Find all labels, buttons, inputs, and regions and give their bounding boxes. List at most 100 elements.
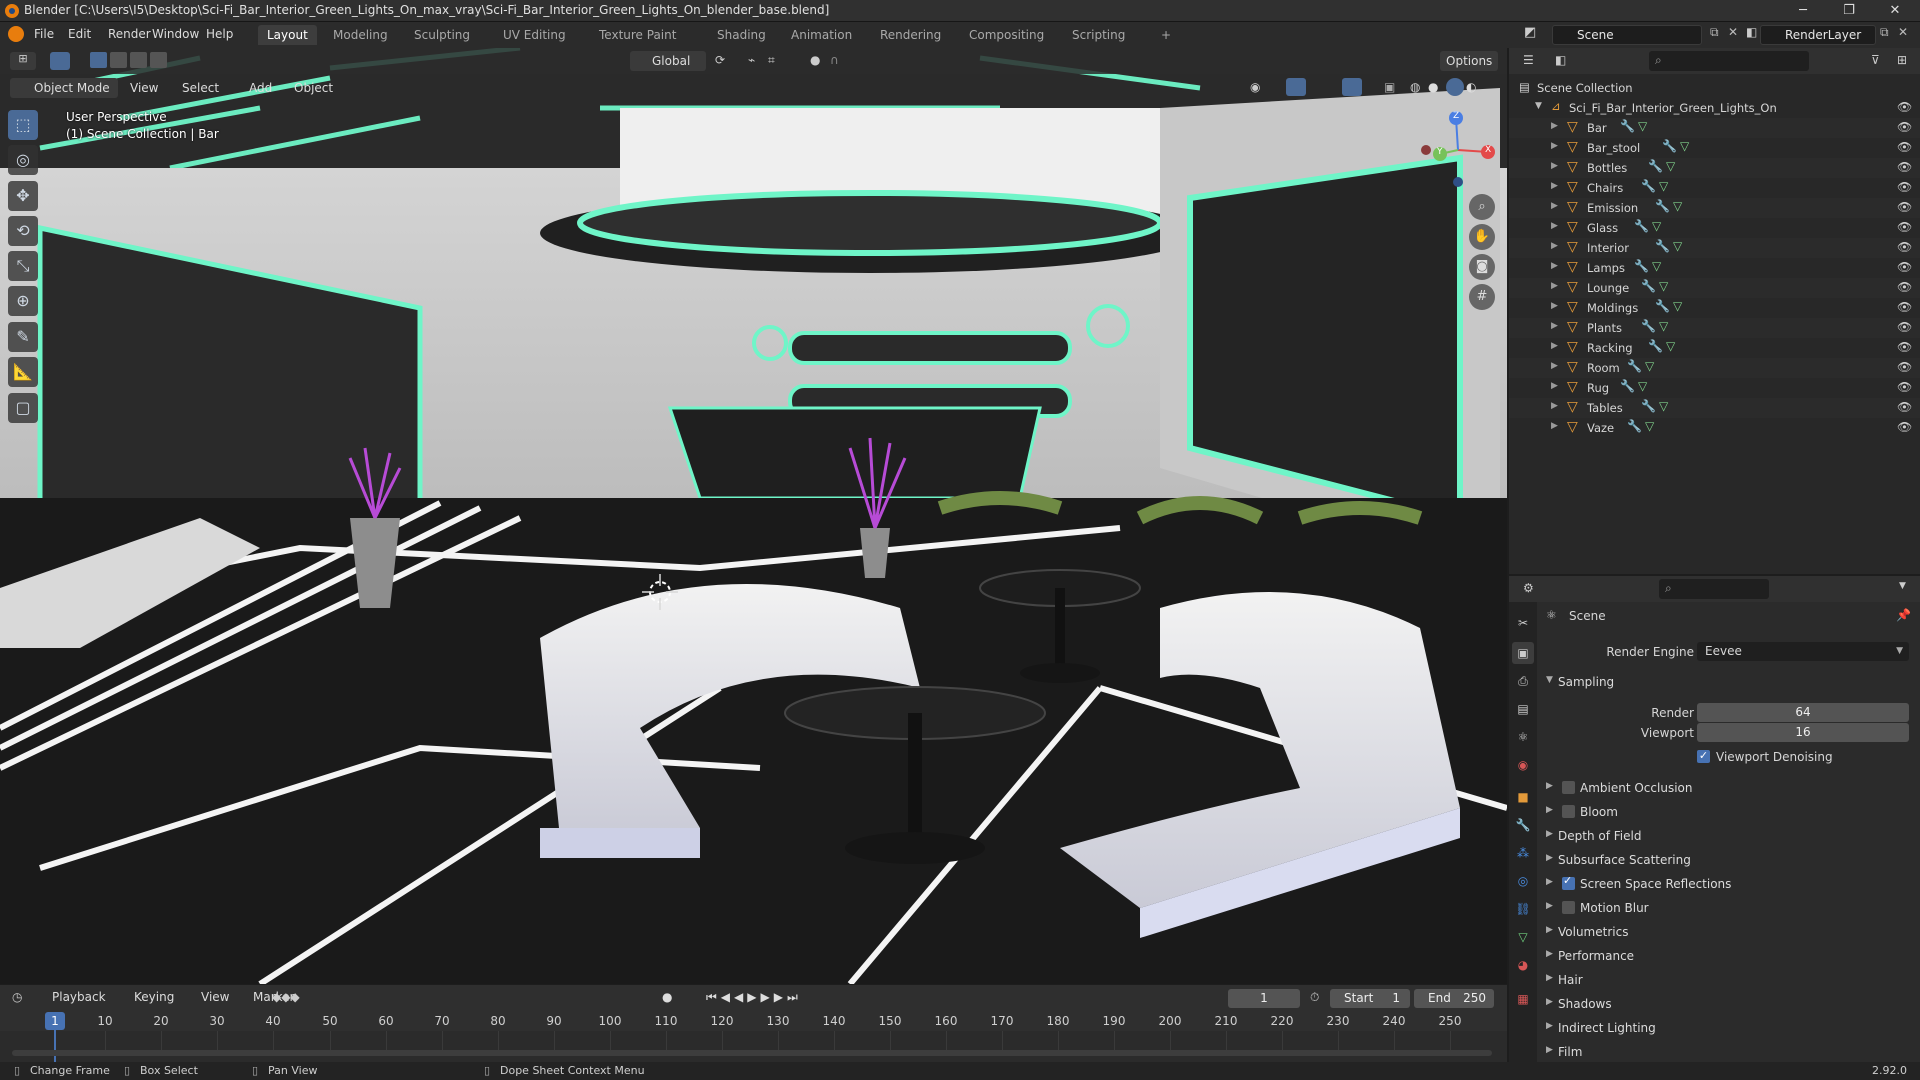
expand-arrow-icon[interactable]: ▶ xyxy=(1551,361,1558,371)
delete-scene-icon[interactable]: ✕ xyxy=(1728,25,1738,39)
scale-icon[interactable]: ⤡ xyxy=(8,251,38,281)
object-mode-dropdown[interactable]: Object Mode xyxy=(10,78,118,98)
outliner-object-racking[interactable]: ▶ ▽ Racking 🔧 ▽ 👁 xyxy=(1509,338,1920,358)
outliner-object-chairs[interactable]: ▶ ▽ Chairs 🔧 ▽ 👁 xyxy=(1509,178,1920,198)
sampling-panel-header[interactable]: ▼ Sampling xyxy=(1538,670,1920,694)
options-dropdown[interactable]: Options xyxy=(1440,51,1499,71)
menu-window[interactable]: Window xyxy=(152,27,199,41)
modifier-wrench-icon[interactable]: 🔧 xyxy=(1641,179,1656,193)
close-button[interactable]: ✕ xyxy=(1872,0,1918,22)
filter-icon[interactable]: ⊽ xyxy=(1871,53,1880,67)
expand-arrow-icon[interactable]: ▶ xyxy=(1551,121,1558,131)
outliner-object-bar-stool[interactable]: ▶ ▽ Bar_stool 🔧 ▽ 👁 xyxy=(1509,138,1920,158)
select-box-icon[interactable]: ⬚ xyxy=(8,110,38,140)
outliner-object-lamps[interactable]: ▶ ▽ Lamps 🔧 ▽ 👁 xyxy=(1509,258,1920,278)
panel-indirect-lighting[interactable]: ▶ Indirect Lighting xyxy=(1538,1016,1920,1040)
expand-arrow-icon[interactable]: ▶ xyxy=(1551,181,1558,191)
select-mode-group[interactable] xyxy=(90,52,180,70)
panel-enable-checkbox[interactable] xyxy=(1562,781,1575,794)
tab-compositing[interactable]: Compositing xyxy=(960,25,1053,45)
transform-orientation-dropdown[interactable]: Global xyxy=(630,51,706,71)
expand-arrow-icon[interactable]: ▶ xyxy=(1551,381,1558,391)
visibility-icon[interactable]: ◉ xyxy=(1250,80,1260,94)
pin-icon[interactable]: 📌 xyxy=(1896,608,1911,622)
delete-viewlayer-icon[interactable]: ✕ xyxy=(1898,25,1908,39)
mesh-data-icon[interactable]: ▽ xyxy=(1673,199,1682,213)
snap-target-icon[interactable]: ⌗ xyxy=(768,53,775,68)
menu-edit[interactable]: Edit xyxy=(68,27,91,41)
visibility-eye-icon[interactable]: 👁 xyxy=(1897,120,1912,134)
modifier-wrench-icon[interactable]: 🔧 xyxy=(1634,259,1649,273)
visibility-eye-icon[interactable]: 👁 xyxy=(1897,240,1912,254)
visibility-eye-icon[interactable]: 👁 xyxy=(1897,380,1912,394)
expand-arrow-icon[interactable]: ▶ xyxy=(1551,401,1558,411)
new-collection-icon[interactable]: ⊞ xyxy=(1897,53,1907,67)
modifier-wrench-icon[interactable]: 🔧 xyxy=(1641,399,1656,413)
collapse-arrow-icon[interactable]: ▼ xyxy=(1535,101,1542,111)
timeline-menu-keying[interactable]: Keying xyxy=(134,990,174,1004)
select-tool-icon[interactable] xyxy=(50,52,70,70)
visibility-eye-icon[interactable]: 👁 xyxy=(1897,280,1912,294)
outliner-object-emission[interactable]: ▶ ▽ Emission 🔧 ▽ 👁 xyxy=(1509,198,1920,218)
physics-tab-icon[interactable]: ◎ xyxy=(1512,870,1534,892)
outliner-object-rug[interactable]: ▶ ▽ Rug 🔧 ▽ 👁 xyxy=(1509,378,1920,398)
modifier-wrench-icon[interactable]: 🔧 xyxy=(1655,299,1670,313)
visibility-eye-icon[interactable]: 👁 xyxy=(1897,420,1912,434)
modifier-wrench-icon[interactable]: 🔧 xyxy=(1620,379,1635,393)
outliner-object-moldings[interactable]: ▶ ▽ Moldings 🔧 ▽ 👁 xyxy=(1509,298,1920,318)
select-extend-icon[interactable] xyxy=(110,52,127,68)
properties-search-input[interactable]: ⌕ xyxy=(1659,579,1769,599)
panel-motion-blur[interactable]: ▶ Motion Blur xyxy=(1538,896,1920,920)
mesh-data-icon[interactable]: ▽ xyxy=(1673,299,1682,313)
modifier-wrench-icon[interactable]: 🔧 xyxy=(1648,159,1663,173)
expand-arrow-icon[interactable]: ▶ xyxy=(1551,281,1558,291)
modifier-wrench-icon[interactable]: 🔧 xyxy=(1620,119,1635,133)
expand-arrow-icon[interactable]: ▶ xyxy=(1551,201,1558,211)
outliner-object-glass[interactable]: ▶ ▽ Glass 🔧 ▽ 👁 xyxy=(1509,218,1920,238)
particles-tab-icon[interactable]: ⁂ xyxy=(1512,842,1534,864)
modifier-wrench-icon[interactable]: 🔧 xyxy=(1648,339,1663,353)
panel-bloom[interactable]: ▶ Bloom xyxy=(1538,800,1920,824)
material-shading-icon[interactable] xyxy=(1446,78,1464,96)
display-mode-icon[interactable]: ◧ xyxy=(1555,53,1566,67)
mesh-data-icon[interactable]: ▽ xyxy=(1659,399,1668,413)
visibility-eye-icon[interactable]: 👁 xyxy=(1897,320,1912,334)
modifier-wrench-icon[interactable]: 🔧 xyxy=(1655,199,1670,213)
panel-enable-checkbox[interactable] xyxy=(1562,874,1575,890)
timeline-editor-icon[interactable]: ◷ xyxy=(12,990,22,1004)
outliner-object-bottles[interactable]: ▶ ▽ Bottles 🔧 ▽ 👁 xyxy=(1509,158,1920,178)
timeline-scrollbar[interactable] xyxy=(12,1050,1492,1056)
outliner-object-lounge[interactable]: ▶ ▽ Lounge 🔧 ▽ 👁 xyxy=(1509,278,1920,298)
visibility-eye-icon[interactable]: 👁 xyxy=(1897,200,1912,214)
visibility-eye-icon[interactable]: 👁 xyxy=(1897,360,1912,374)
add-workspace-button[interactable]: + xyxy=(1152,25,1180,45)
outliner-object-vaze[interactable]: ▶ ▽ Vaze 🔧 ▽ 👁 xyxy=(1509,418,1920,438)
expand-arrow-icon[interactable]: ▶ xyxy=(1551,301,1558,311)
constraints-tab-icon[interactable]: ⛓ xyxy=(1512,898,1534,920)
properties-editor-icon[interactable]: ⚙ xyxy=(1523,581,1534,595)
menu-file[interactable]: File xyxy=(34,27,54,41)
modifier-wrench-icon[interactable]: 🔧 xyxy=(1641,319,1656,333)
3d-viewport[interactable] xyxy=(0,48,1507,984)
playback-controls[interactable]: ⏮◀◀▶▶▶⏭ xyxy=(706,990,802,1005)
select-subtract-icon[interactable] xyxy=(130,52,147,68)
visibility-eye-icon[interactable]: 👁 xyxy=(1897,400,1912,414)
world-tab-icon[interactable]: ◉ xyxy=(1512,754,1534,776)
expand-arrow-icon[interactable]: ▶ xyxy=(1551,141,1558,151)
mesh-data-icon[interactable]: ▽ xyxy=(1659,319,1668,333)
tab-animation[interactable]: Animation xyxy=(782,25,861,45)
scene-field[interactable]: Scene xyxy=(1552,25,1702,45)
collection-row[interactable]: ▼ ⊿ Sci_Fi_Bar_Interior_Green_Lights_On … xyxy=(1509,98,1920,118)
outliner-search-input[interactable]: ⌕ xyxy=(1649,51,1809,71)
render-engine-dropdown[interactable]: Eevee ▼ xyxy=(1697,642,1909,661)
clock-icon[interactable]: ⏱ xyxy=(1310,990,1319,1005)
viewport-samples-field[interactable]: 16 xyxy=(1697,723,1909,742)
timeline-menu-view[interactable]: View xyxy=(201,990,229,1004)
panel-depth-of-field[interactable]: ▶ Depth of Field xyxy=(1538,824,1920,848)
outliner-editor-icon[interactable]: ☰ xyxy=(1523,53,1534,67)
outliner-object-room[interactable]: ▶ ▽ Room 🔧 ▽ 👁 xyxy=(1509,358,1920,378)
visibility-eye-icon[interactable]: 👁 xyxy=(1897,100,1912,114)
object-tab-icon[interactable]: ■ xyxy=(1512,786,1534,808)
viewport-denoising-checkbox[interactable]: ✓ xyxy=(1697,750,1710,763)
mesh-data-icon[interactable]: ▽ xyxy=(1673,239,1682,253)
